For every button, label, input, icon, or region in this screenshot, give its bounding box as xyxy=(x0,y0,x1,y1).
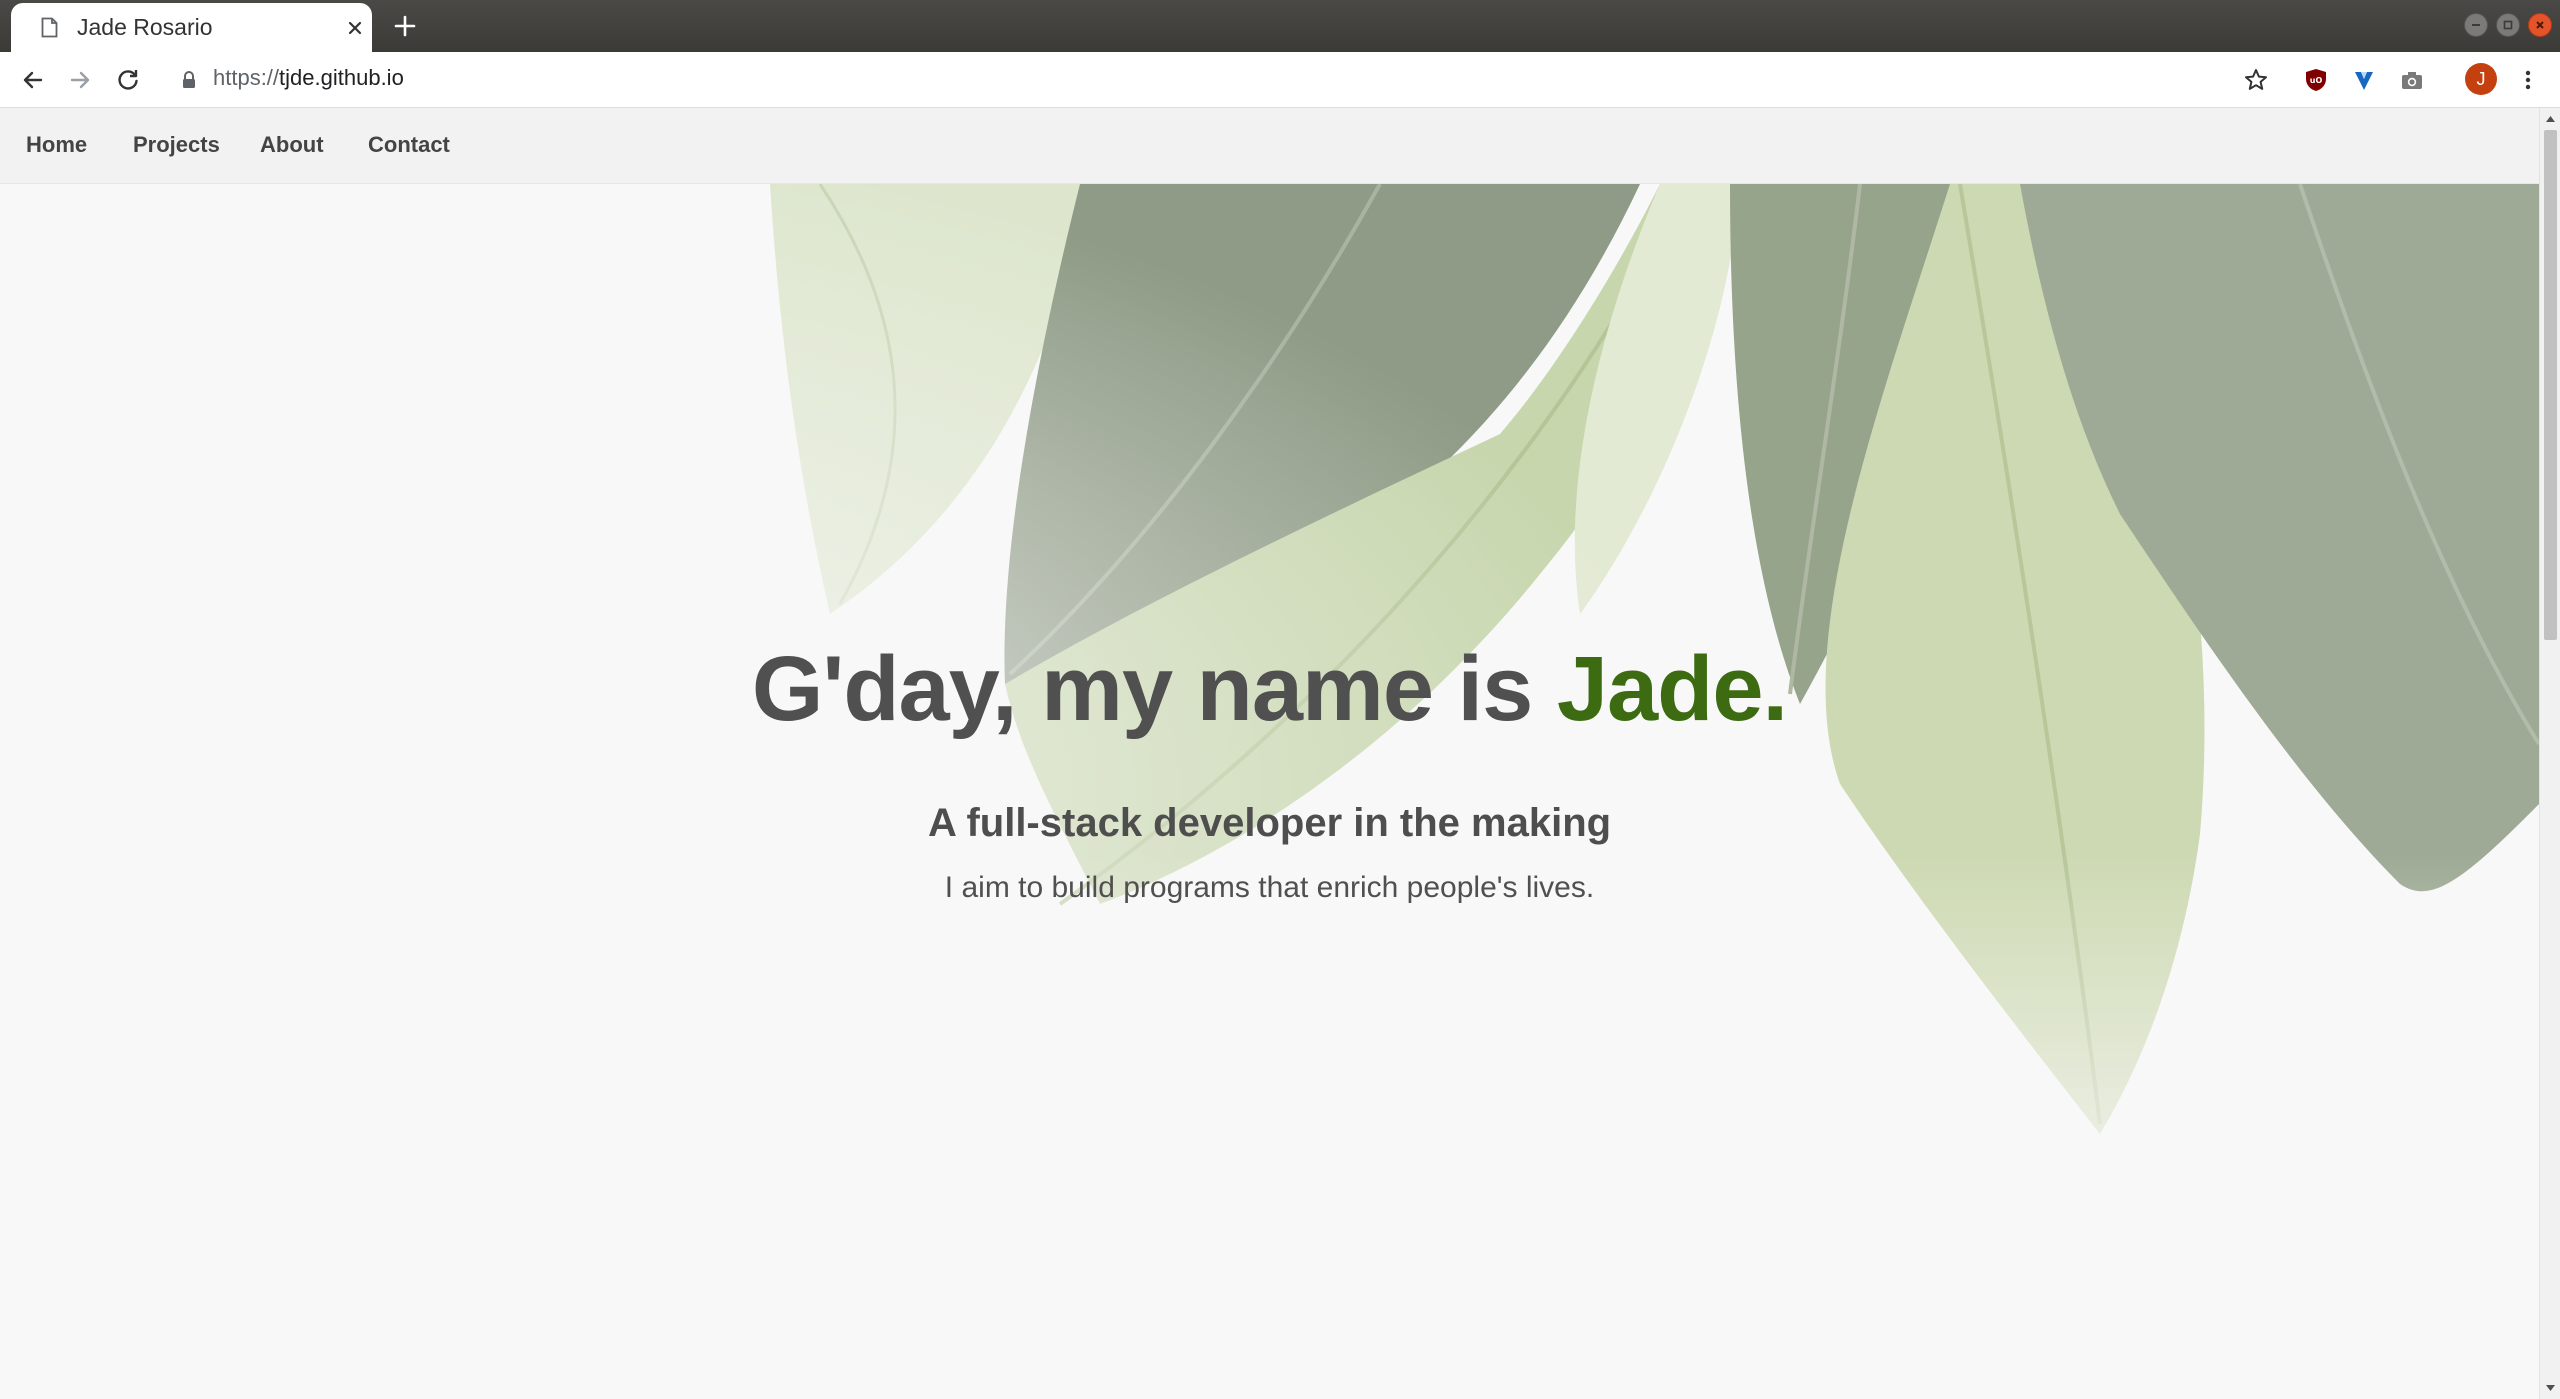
scroll-down-icon[interactable] xyxy=(2540,1381,2560,1395)
scrollbar-thumb[interactable] xyxy=(2544,130,2557,640)
kebab-menu-icon[interactable] xyxy=(2514,66,2542,94)
vuetify-icon[interactable] xyxy=(2350,66,2378,94)
forward-icon[interactable] xyxy=(66,66,94,94)
star-icon[interactable] xyxy=(2242,66,2270,94)
hero-tagline: I aim to build programs that enrich peop… xyxy=(944,871,1595,904)
lock-icon xyxy=(183,71,195,88)
ublock-icon[interactable]: uO xyxy=(2302,66,2330,94)
profile-avatar[interactable]: J xyxy=(2465,63,2497,95)
browser-tab-strip: Jade Rosario xyxy=(0,0,2560,52)
page-icon xyxy=(41,17,58,38)
hero-heading: G'day, my name is Jade. xyxy=(0,637,2539,742)
plus-icon[interactable] xyxy=(390,11,420,41)
back-icon[interactable] xyxy=(19,66,47,94)
svg-text:uO: uO xyxy=(2310,76,2323,85)
page-scrollbar[interactable] xyxy=(2539,108,2560,1399)
url-scheme: https:// xyxy=(213,65,280,90)
hero-name: Jade. xyxy=(1556,638,1788,740)
window-controls xyxy=(2464,13,2552,37)
scroll-up-icon[interactable] xyxy=(2540,112,2560,126)
hero-section: G'day, my name is Jade. A full-stack dev… xyxy=(0,108,2539,1399)
hero-subtitle: A full-stack developer in the making xyxy=(927,801,1612,845)
browser-tab[interactable]: Jade Rosario xyxy=(11,3,372,52)
url-host: tjde.github.io xyxy=(279,65,404,90)
minimize-icon[interactable] xyxy=(2464,13,2488,37)
close-icon[interactable] xyxy=(344,17,366,39)
hero-greeting: G'day, my name is xyxy=(751,638,1557,740)
address-bar[interactable]: https://tjde.github.io xyxy=(213,65,404,91)
close-window-icon[interactable] xyxy=(2528,13,2552,37)
web-page: Home Projects About Contact G'day, my na… xyxy=(0,108,2539,1399)
browser-toolbar: https://tjde.github.io uO J xyxy=(0,52,2560,108)
reload-icon[interactable] xyxy=(114,66,142,94)
camera-icon[interactable] xyxy=(2398,66,2426,94)
maximize-icon[interactable] xyxy=(2496,13,2520,37)
tab-title: Jade Rosario xyxy=(77,14,213,40)
